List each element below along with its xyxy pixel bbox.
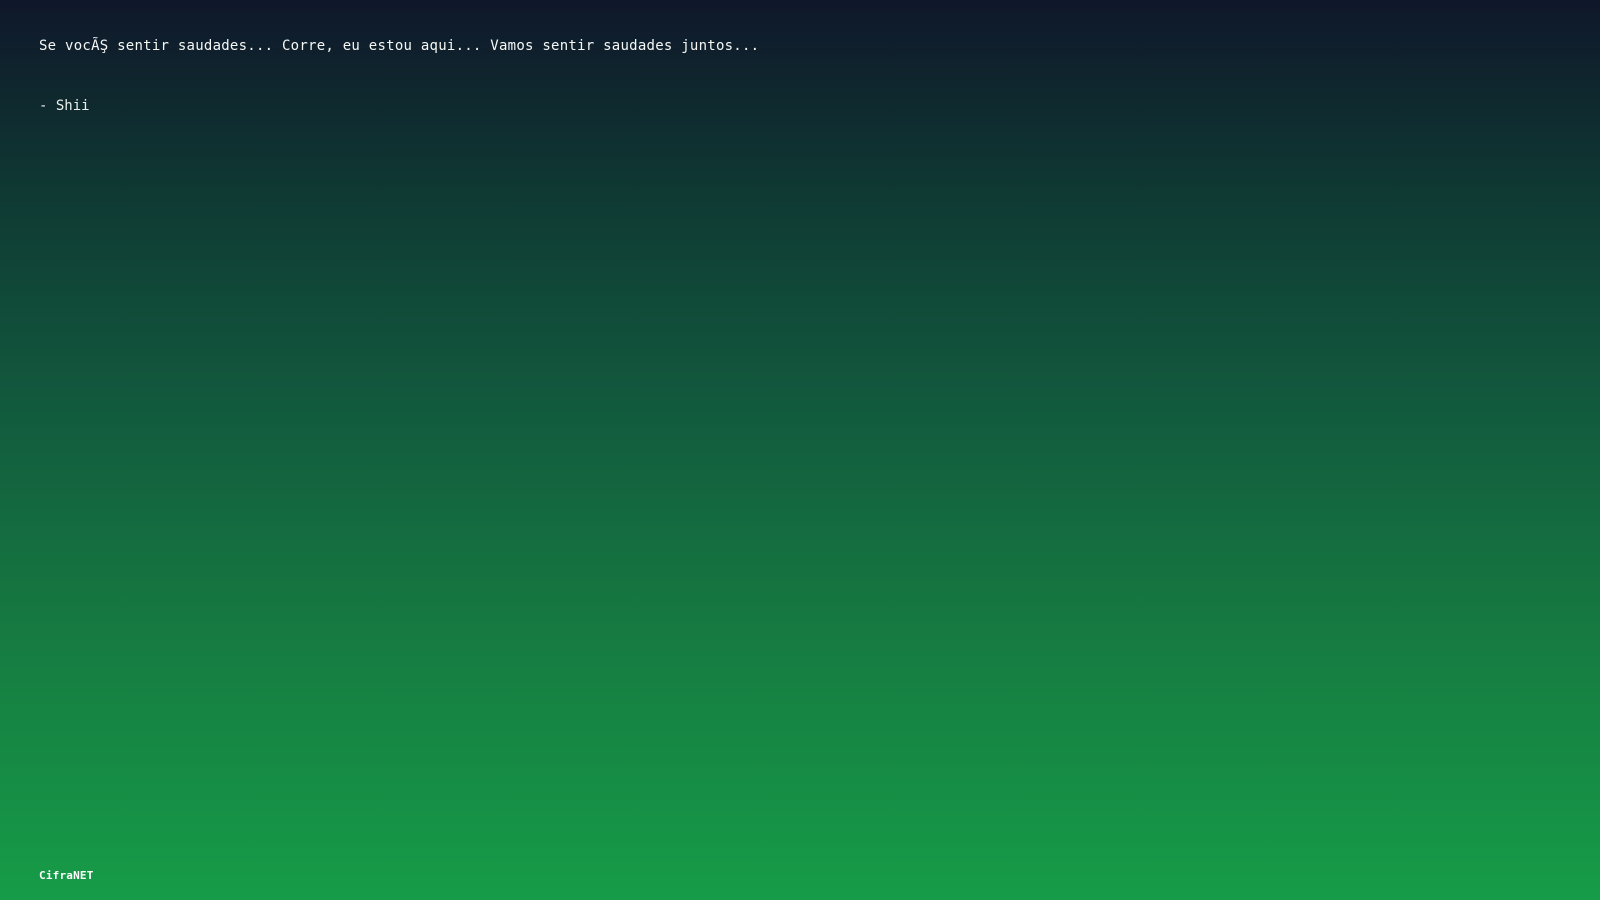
quote-text: Se vocÃŞ sentir saudades... Corre, eu es… <box>39 38 760 54</box>
quote-author: - Shii <box>39 98 90 114</box>
brand-label: CifraNET <box>39 869 94 882</box>
page: { "quote": { "text": "Se vocÃŞ sentir sa… <box>0 0 1600 900</box>
